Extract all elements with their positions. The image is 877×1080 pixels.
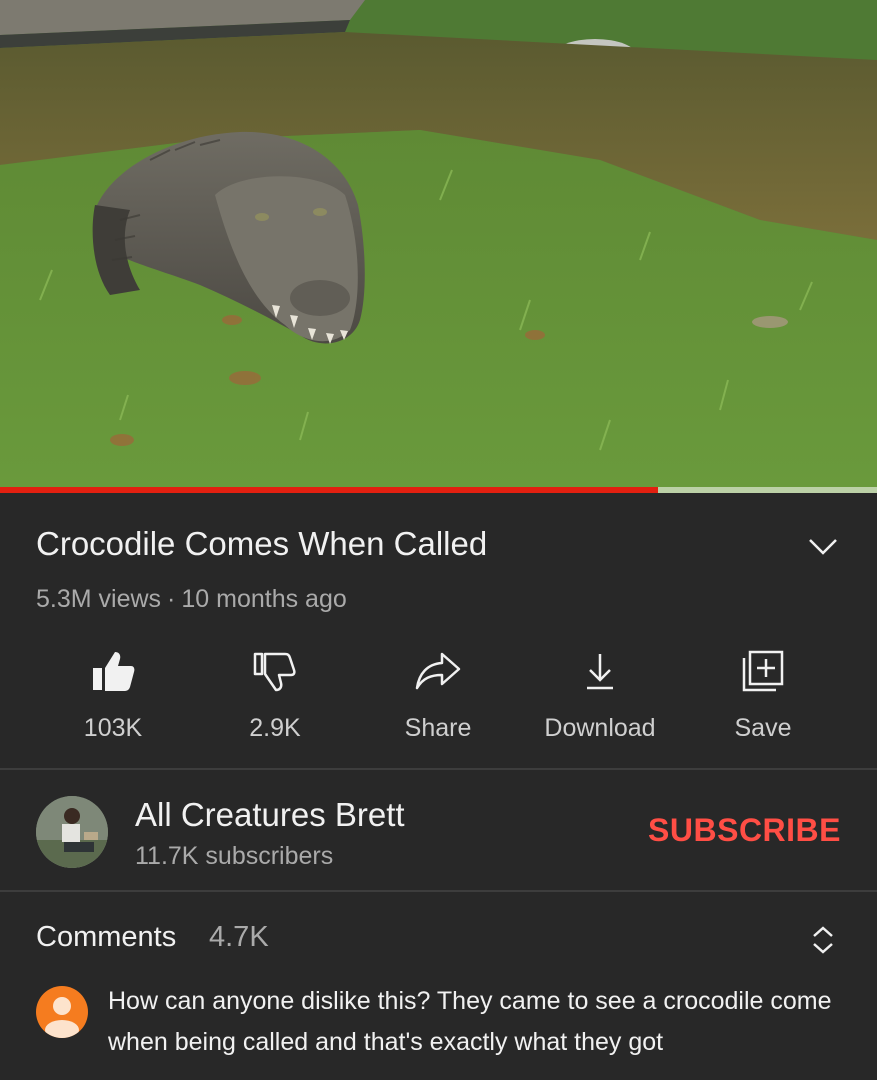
commenter-avatar: [36, 986, 88, 1038]
channel-name[interactable]: All Creatures Brett: [135, 796, 405, 834]
download-icon: [587, 654, 613, 690]
expand-collapse-icon[interactable]: [806, 920, 840, 960]
action-bar: 103K 2.9K Share Download Save: [0, 640, 877, 750]
thumbs-up-icon: [93, 652, 135, 691]
default-user-icon: [45, 997, 79, 1038]
chevron-down-icon: [809, 539, 837, 555]
expand-description-button[interactable]: [803, 527, 843, 567]
share-icon: [415, 652, 461, 690]
video-frame-crocodile: [0, 0, 877, 493]
comments-section[interactable]: Comments 4.7K How can anyone dislike thi…: [0, 893, 877, 1080]
download-button[interactable]: Download: [525, 640, 675, 750]
meta-separator: ·: [167, 585, 176, 613]
subscribe-button[interactable]: SUBSCRIBE: [648, 812, 841, 849]
divider: [0, 890, 877, 892]
channel-row[interactable]: All Creatures Brett 11.7K subscribers SU…: [0, 772, 877, 890]
like-count: 103K: [83, 714, 143, 742]
upload-age: 10 months ago: [181, 585, 347, 613]
share-button[interactable]: Share: [363, 640, 513, 750]
view-count: 5.3M views: [36, 585, 162, 613]
thumbs-down-icon: [253, 652, 296, 692]
add-to-playlist-icon: [742, 650, 784, 692]
comments-count: 4.7K: [209, 921, 269, 953]
download-label: Download: [544, 714, 656, 742]
like-button[interactable]: 103K: [38, 640, 188, 750]
share-label: Share: [404, 714, 472, 742]
top-comment-text: How can anyone dislike this? They came t…: [108, 987, 832, 1056]
channel-avatar-image: [36, 796, 108, 868]
dislike-button[interactable]: 2.9K: [200, 640, 350, 750]
video-player[interactable]: [0, 0, 877, 493]
comments-label: Comments: [36, 921, 177, 953]
video-meta: 5.3M views · 10 months ago: [36, 585, 347, 614]
save-button[interactable]: Save: [688, 640, 838, 750]
subscriber-count: 11.7K subscribers: [135, 842, 334, 870]
dislike-count: 2.9K: [249, 714, 301, 742]
video-title: Crocodile Comes When Called: [36, 525, 488, 562]
progress-bar-played: [0, 487, 658, 493]
progress-bar[interactable]: [0, 487, 877, 493]
divider: [0, 768, 877, 770]
save-label: Save: [734, 714, 792, 742]
channel-avatar[interactable]: [36, 796, 108, 868]
